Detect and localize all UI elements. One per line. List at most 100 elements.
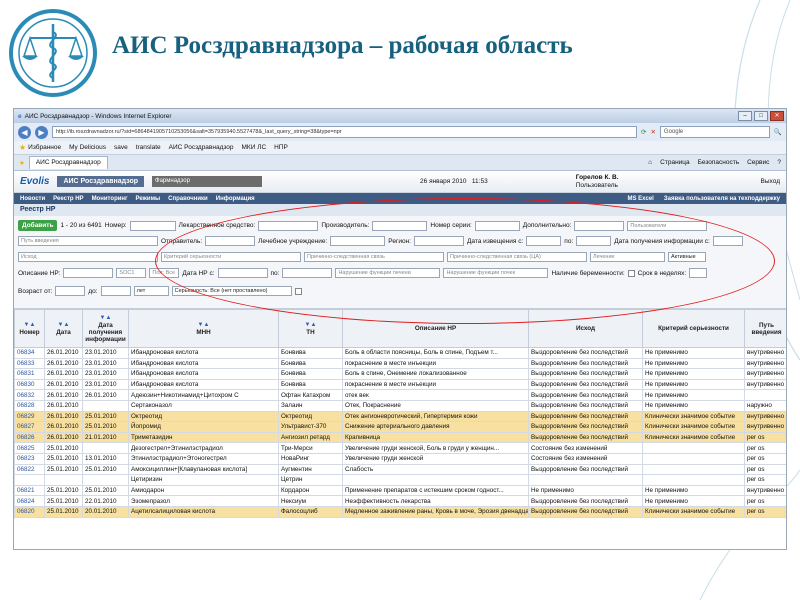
region-input[interactable] [413,236,464,246]
table-row[interactable]: 06832 26.01.2010 26.01.2010 Адеюзин+Никотин… [14,389,786,401]
serious-checkbox[interactable] [294,287,302,295]
stop-icon[interactable]: ✕ [650,128,655,136]
age-to-input[interactable] [100,286,131,296]
cell-id[interactable]: 06820 [14,505,45,518]
extra-input[interactable] [574,220,625,231]
favorite-link[interactable]: МКИ ЛС [242,144,267,151]
excel-export-link[interactable]: MS Excel [628,196,654,202]
table-row[interactable]: 06831 26.01.2010 23.01.2010 Ибандроновая ки… [14,368,786,380]
nr-date-to[interactable] [282,268,333,278]
pregnancy-checkbox[interactable] [627,269,635,277]
address-input[interactable]: http://ib.roszdravnadzor.ru/?sid=6864841… [52,126,637,138]
table-row[interactable]: 06821 25.01.2010 25.01.2010 Амиодарон Кордар… [14,484,786,497]
toolbar-security[interactable]: Безопасность [698,159,739,166]
route-select[interactable]: Путь введения [18,236,158,246]
search-input[interactable]: Google [659,126,770,138]
notice-date-to[interactable] [576,236,612,246]
age-from-input[interactable] [55,286,86,296]
sex-select[interactable]: Пол: Все [149,268,180,278]
table-row[interactable]: 06829 26.01.2010 25.01.2010 Октреотид Октрео… [14,410,786,423]
close-icon[interactable]: ✕ [770,111,784,121]
active-select[interactable]: Активные [668,252,706,262]
series-input[interactable] [474,220,520,231]
nr-date-from[interactable] [217,268,268,278]
cell-id[interactable]: 06831 [14,368,45,380]
menu-item-monitoring[interactable]: Мониторинг [92,196,128,202]
cell-id[interactable]: 06830 [14,378,45,391]
outcome-select[interactable]: Исход [18,252,158,262]
cell-id[interactable]: 06833 [14,357,45,370]
cell-id[interactable]: 06827 [14,421,45,433]
favorite-link[interactable]: My Delicious [69,144,106,151]
add-button[interactable]: Добавить [18,220,58,231]
info-date-from[interactable] [712,236,743,246]
cell-id[interactable]: 06832 [14,389,45,401]
cell-id[interactable]: 06834 [14,347,45,359]
favorite-link[interactable]: save [114,144,128,151]
help-icon[interactable]: ? [777,159,781,166]
hospital-input[interactable] [330,236,386,246]
cell-id[interactable] [14,474,45,486]
serious-filter-select[interactable]: Серьезность: Все (нет проставлено) [171,286,292,296]
description-input[interactable] [63,268,114,278]
manufacturer-input[interactable] [372,220,428,231]
cell-id[interactable]: 06823 [14,452,45,465]
favorites-button[interactable]: ★ Избранное [19,143,61,152]
nomer-input[interactable] [129,220,176,231]
refresh-icon[interactable]: ⟳ [641,128,646,136]
soc-select[interactable]: SOC1 [116,268,147,278]
minimize-icon[interactable]: – [738,111,752,121]
support-request-link[interactable]: Заявка пользователя на техподдержку [664,196,780,202]
menu-item-registry[interactable]: Реестр НР [53,196,83,202]
table-row[interactable]: Цетиризин Цетрин per os [14,474,786,486]
cell-id[interactable]: 06828 [14,399,45,412]
home-icon[interactable]: ⌂ [648,159,652,166]
age-unit-select[interactable]: лет [133,286,169,296]
users-select[interactable]: Пользователи [627,220,708,231]
table-row[interactable]: 06827 26.01.2010 25.01.2010 Йопромид Ультрав… [14,421,786,433]
table-row[interactable]: 06828 26.01.2010 Сертаконазол Залаин Отек, П… [14,399,786,412]
menu-item-info[interactable]: Информация [216,196,255,202]
sender-input[interactable] [205,236,256,246]
table-row[interactable]: 06822 25.01.2010 25.01.2010 Амоксициллин+[К… [14,463,786,476]
table-row[interactable]: 06824 25.01.2010 22.01.2010 Эзомепразол Некс… [14,495,786,507]
search-icon[interactable]: 🔍 [774,128,782,136]
maximize-icon[interactable]: □ [754,111,768,121]
menu-item-news[interactable]: Новости [20,196,45,202]
tab-aisroszdravnadzor[interactable]: АИС Росздравнадзор [28,156,108,169]
col-header-mnn[interactable]: ▼▲ МНН [128,309,279,348]
cell-id[interactable]: 06821 [14,484,45,497]
table-row[interactable]: 06825 25.01.2010 Дезогестрел+Этинилэстради… [14,442,786,454]
col-header-received[interactable]: ▼▲ Дата получения информации [82,309,129,348]
causality-select[interactable]: Причинно-следственная связь [304,252,444,262]
menu-item-references[interactable]: Справочники [168,196,208,202]
table-row[interactable]: 06826 26.01.2010 21.01.2010 Триметазидин Анг… [14,431,786,444]
table-row[interactable]: 06833 26.01.2010 23.01.2010 Ибандроновая ки… [14,357,786,370]
cell-id[interactable]: 06822 [14,463,45,476]
kidney-select[interactable]: Нарушение функции почек [443,268,549,278]
table-row[interactable]: 06834 26.01.2010 23.01.2010 Ибандроновая ки… [14,347,786,359]
seriousness-select[interactable]: Критерий серьезности [161,252,301,262]
favorite-link[interactable]: НПР [274,144,288,151]
back-icon[interactable]: ◀ [18,125,31,139]
weeks-input[interactable] [689,268,708,278]
liver-select[interactable]: Нарушение функции печени [335,268,441,278]
toolbar-page[interactable]: Страница [660,159,689,166]
col-header-date[interactable]: ▼▲ Дата [44,309,83,348]
table-row[interactable]: 06820 25.01.2010 20.01.2010 Ацетилсалицилов… [14,505,786,518]
forward-icon[interactable]: ▶ [35,125,48,139]
cell-id[interactable]: 06826 [14,431,45,444]
organization-select[interactable]: Фармнадзор [152,176,263,187]
treatment-select[interactable]: Лечение [590,252,665,262]
favorite-link[interactable]: АИС Росздравнадзор [169,144,234,151]
favorite-link[interactable]: translate [136,144,161,151]
logout-link[interactable]: Выход [761,178,780,185]
favorites-star-icon[interactable]: ★ [19,159,25,167]
notice-date-from[interactable] [526,236,562,246]
toolbar-tools[interactable]: Сервис [747,159,769,166]
menu-item-modes[interactable]: Режимы [136,196,161,202]
table-row[interactable]: 06830 26.01.2010 23.01.2010 Ибандроновая ки… [14,378,786,391]
cell-id[interactable]: 06824 [14,495,45,507]
col-header-tn[interactable]: ▼▲ ТН [278,309,343,348]
table-row[interactable]: 06823 25.01.2010 13.01.2010 Этинилэстрадиол… [14,452,786,465]
